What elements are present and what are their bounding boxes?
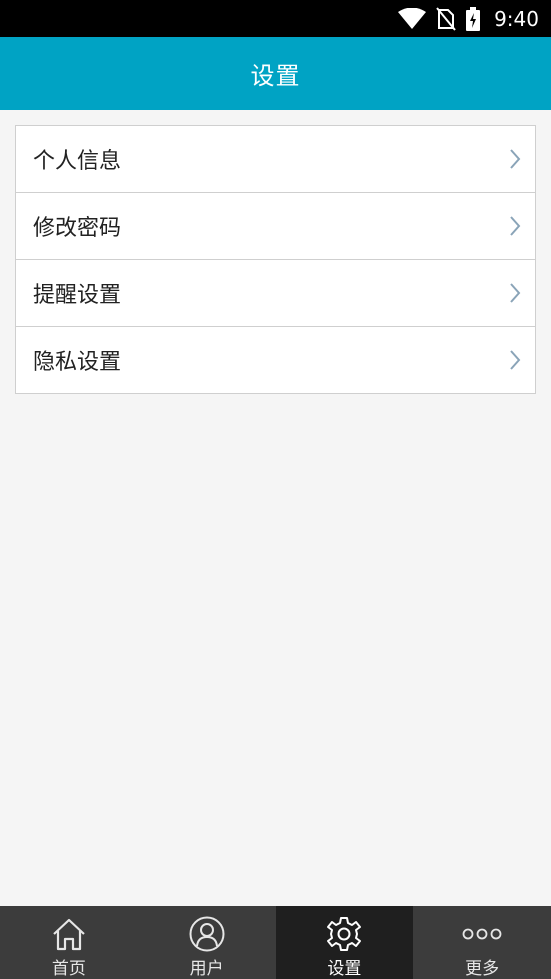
wifi-icon [398, 7, 427, 30]
bottom-tab-bar: 首页 用户 设置 更多 [0, 906, 551, 979]
tab-label: 更多 [465, 959, 500, 979]
chevron-right-icon [509, 282, 521, 304]
settings-item-privacy[interactable]: 隐私设置 [16, 327, 535, 393]
chevron-right-icon [509, 215, 521, 237]
status-icons: 9:40 [398, 0, 539, 37]
settings-item-label: 个人信息 [33, 149, 122, 174]
tab-settings[interactable]: 设置 [275, 906, 414, 979]
no-sim-icon [436, 6, 456, 31]
page-title: 设置 [250, 62, 301, 90]
user-icon [188, 914, 226, 953]
chevron-right-icon [509, 148, 521, 170]
settings-item-profile[interactable]: 个人信息 [16, 126, 535, 193]
more-dots-icon [462, 914, 502, 953]
tab-more[interactable]: 更多 [413, 906, 551, 979]
app-header: 设置 [0, 37, 551, 110]
tab-label: 用户 [189, 959, 224, 979]
tab-home[interactable]: 首页 [0, 906, 138, 979]
home-icon [51, 914, 87, 953]
settings-item-reminder[interactable]: 提醒设置 [16, 260, 535, 327]
tab-user[interactable]: 用户 [138, 906, 276, 979]
settings-item-label: 提醒设置 [33, 283, 122, 308]
settings-item-label: 修改密码 [33, 216, 122, 241]
status-time: 9:40 [494, 6, 539, 31]
battery-charging-icon [466, 6, 481, 31]
tab-label: 设置 [327, 959, 362, 979]
settings-item-change-password[interactable]: 修改密码 [16, 193, 535, 260]
settings-item-label: 隐私设置 [33, 350, 122, 375]
status-bar: 9:40 [0, 0, 551, 37]
settings-list: 个人信息 修改密码 提醒设置 隐私设置 [15, 125, 536, 394]
tab-label: 首页 [51, 959, 86, 979]
chevron-right-icon [509, 349, 521, 371]
gear-icon [325, 914, 363, 953]
